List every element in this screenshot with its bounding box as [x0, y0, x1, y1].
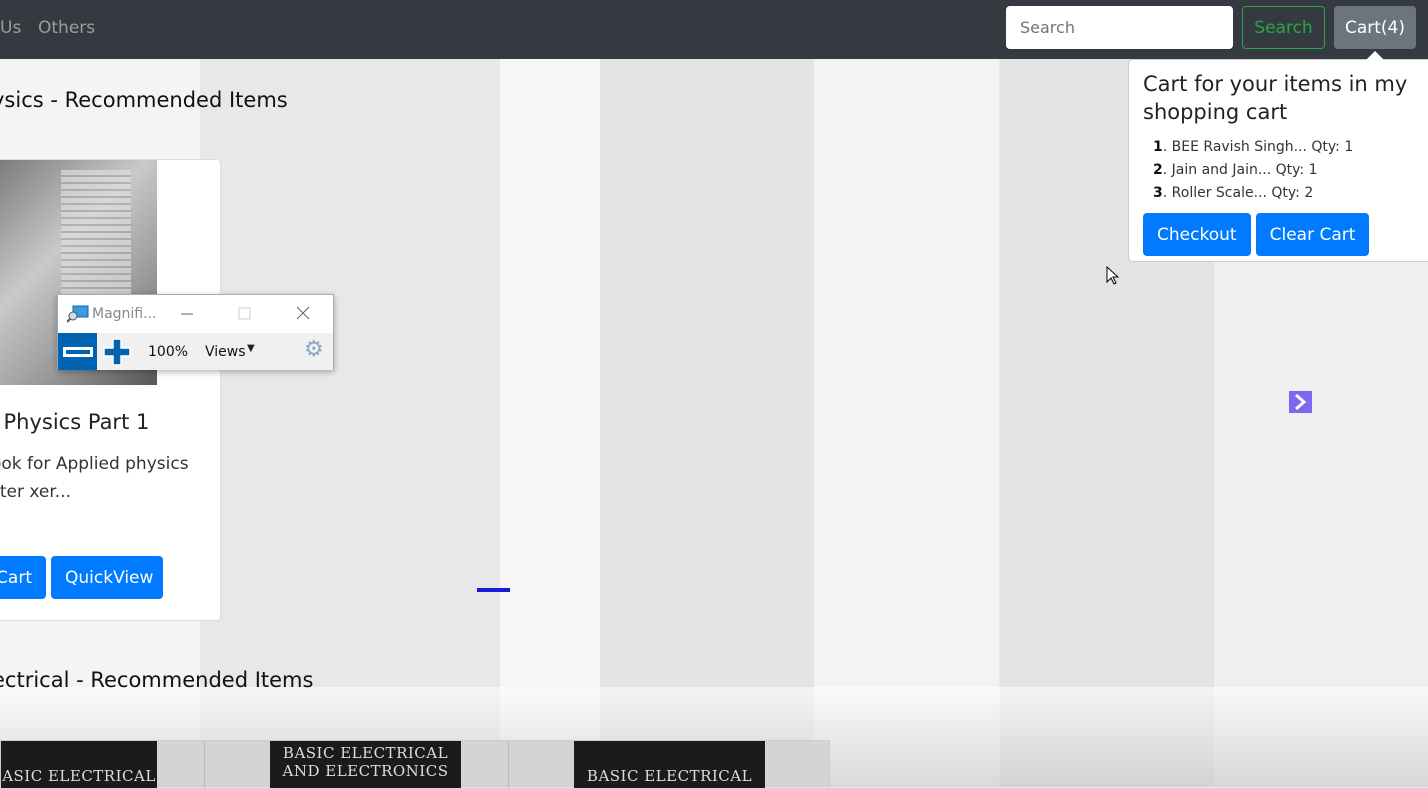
book-title: BASIC ELECTRICAL: [282, 744, 449, 762]
section-title-electrical: ectrical - Recommended Items: [0, 668, 314, 692]
checkout-button[interactable]: Checkout: [1143, 213, 1251, 256]
electrical-items-row: ASIC ELECTRICAL BASIC ELECTRICAL AND ELEC…: [0, 740, 830, 788]
cart-item: 2. Jain and Jain... Qty: 1: [1153, 159, 1423, 182]
magnifier-app-icon: [67, 305, 89, 323]
cart-item: 3. Roller Scale... Qty: 2: [1153, 182, 1423, 205]
cart-item-list: 1. BEE Ravish Singh... Qty: 1 2. Jain an…: [1153, 136, 1423, 205]
magnifier-toolbar: 100% Views ▼ ⚙: [58, 333, 333, 370]
item-text: . Roller Scale... Qty: 2: [1162, 185, 1314, 201]
item-number: 2: [1153, 162, 1163, 178]
desc-line: ook for Applied physics: [0, 454, 189, 474]
magnifier-window: Magnifi... 100% Views ▼ ⚙: [57, 294, 334, 370]
gear-icon[interactable]: ⚙: [304, 337, 324, 362]
product-card: l Physics Part 1 ook for Applied physics…: [0, 159, 221, 621]
minimize-icon[interactable]: [180, 307, 194, 321]
zoom-out-button[interactable]: [58, 333, 97, 370]
search-button[interactable]: Search: [1242, 6, 1325, 49]
add-to-cart-button[interactable]: Cart: [0, 556, 46, 599]
product-description: ook for Applied physics ster xer...: [0, 450, 189, 506]
cart-popover-title: Cart for your items in my shopping cart: [1143, 72, 1408, 124]
book-title: AND ELECTRONICS: [282, 762, 449, 780]
book-title: ASIC ELECTRICAL: [2, 767, 156, 785]
views-dropdown[interactable]: Views: [205, 344, 246, 360]
item-text: . BEE Ravish Singh... Qty: 1: [1162, 139, 1354, 155]
maximize-icon[interactable]: [238, 307, 252, 321]
section-title-physics: ysics - Recommended Items: [0, 88, 288, 112]
cart-item: 1. BEE Ravish Singh... Qty: 1: [1153, 136, 1423, 159]
magnifier-title: Magnifi...: [92, 306, 157, 322]
carousel-indicator[interactable]: [477, 588, 510, 592]
search-input[interactable]: [1006, 6, 1233, 49]
product-title: l Physics Part 1: [0, 410, 150, 434]
book-title: BASIC ELECTRICAL: [586, 767, 753, 785]
close-icon[interactable]: [296, 306, 310, 320]
zoom-in-icon[interactable]: [102, 337, 132, 367]
cart-button[interactable]: Cart(4): [1334, 6, 1416, 49]
navbar: Us Others Search Cart(4): [0, 0, 1428, 59]
book-cover[interactable]: BASIC ELECTRICAL: [574, 741, 765, 788]
zoom-level: 100%: [148, 344, 189, 360]
clear-cart-button[interactable]: Clear Cart: [1255, 213, 1370, 256]
cart-popover: Cart for your items in my shopping cart …: [1128, 51, 1428, 262]
mouse-cursor-icon: [1106, 266, 1120, 285]
caret-down-icon: ▼: [247, 343, 255, 354]
quickview-button[interactable]: QuickView: [51, 556, 163, 599]
nav-link-about-us[interactable]: Us: [0, 18, 21, 38]
nav-link-others[interactable]: Others: [38, 18, 95, 38]
book-cover[interactable]: ASIC ELECTRICAL: [1, 741, 157, 788]
desc-line: ster xer...: [0, 482, 72, 502]
carousel-next-icon[interactable]: [1289, 391, 1312, 413]
item-number: 1: [1153, 139, 1163, 155]
book-cover[interactable]: BASIC ELECTRICAL AND ELECTRONICS: [270, 741, 461, 788]
item-text: . Jain and Jain... Qty: 1: [1162, 162, 1318, 178]
item-number: 3: [1153, 185, 1163, 201]
